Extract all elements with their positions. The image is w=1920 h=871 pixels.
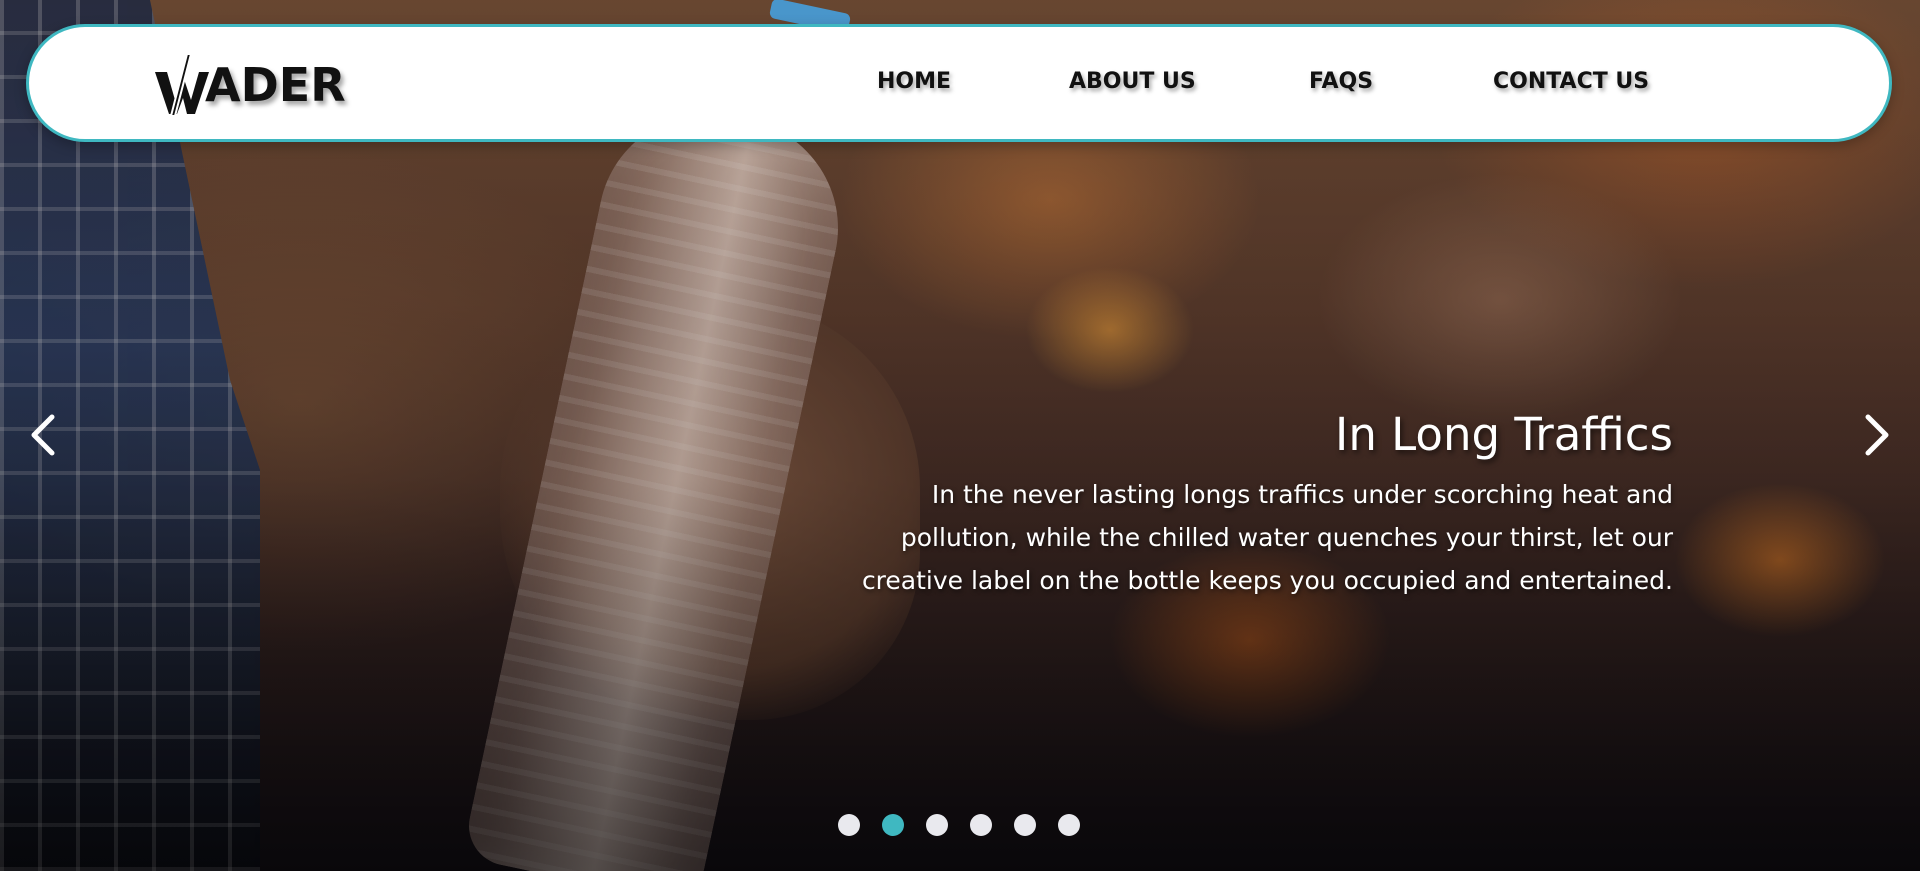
carousel-indicator-4[interactable]	[970, 814, 992, 836]
hero-carousel: ADER HOME ABOUT US FAQS CONTACT US In Lo…	[0, 0, 1920, 871]
carousel-indicators	[838, 814, 1080, 836]
nav-contact-us[interactable]: CONTACT US	[1493, 69, 1649, 94]
carousel-indicator-3[interactable]	[926, 814, 948, 836]
slide-caption: In Long Traffics In the never lasting lo…	[813, 408, 1673, 602]
nav-home[interactable]: HOME	[877, 69, 951, 94]
nav-about-us[interactable]: ABOUT US	[1069, 69, 1196, 94]
carousel-indicator-5[interactable]	[1014, 814, 1036, 836]
chevron-right-icon	[1862, 413, 1892, 457]
carousel-next-button[interactable]	[1852, 410, 1902, 460]
carousel-prev-button[interactable]	[18, 410, 68, 460]
slide-text: In the never lasting longs traffics unde…	[861, 480, 1673, 595]
nav-menu: HOME ABOUT US FAQS CONTACT US	[29, 27, 1889, 139]
carousel-indicator-6[interactable]	[1058, 814, 1080, 836]
carousel-indicator-1[interactable]	[838, 814, 860, 836]
navbar: ADER HOME ABOUT US FAQS CONTACT US	[26, 24, 1892, 142]
nav-faqs[interactable]: FAQS	[1309, 69, 1373, 94]
carousel-indicator-2[interactable]	[882, 814, 904, 836]
chevron-left-icon	[28, 413, 58, 457]
slide-title: In Long Traffics	[1335, 408, 1673, 461]
